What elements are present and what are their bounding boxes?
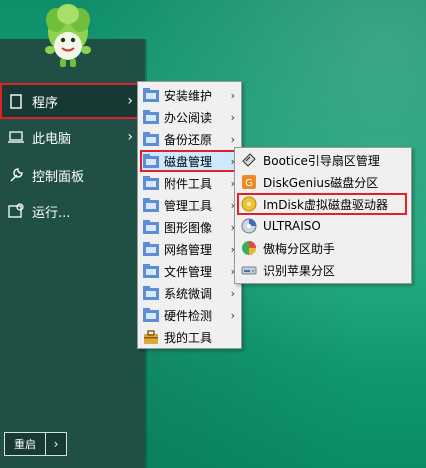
menu-item-label: 识别苹果分区 xyxy=(263,263,336,278)
folder-icon xyxy=(143,242,159,256)
submenu-item-label: 办公阅读 xyxy=(164,110,213,125)
menu-item-label: Bootice引导扇区管理 xyxy=(263,153,380,168)
folder-icon xyxy=(143,154,159,168)
sidebar-item-label: 程序 xyxy=(32,95,59,111)
folder-icon xyxy=(143,176,159,190)
wrench-icon xyxy=(8,167,24,183)
menu-item-ultraiso[interactable]: ULTRAISO xyxy=(237,215,407,237)
submenu-item-label: 文件管理 xyxy=(164,264,213,279)
folder-icon xyxy=(143,198,159,212)
chevron-right-icon: › xyxy=(230,132,235,146)
laptop-icon xyxy=(8,129,24,145)
chevron-right-icon: › xyxy=(230,286,235,300)
submenu-item-my-tools[interactable]: 我的工具 xyxy=(140,326,239,348)
submenu-item-admin-tools[interactable]: 管理工具 › xyxy=(140,194,239,216)
submenu-item-label: 网络管理 xyxy=(164,242,213,257)
ultraiso-icon xyxy=(241,218,257,234)
diskgenius-icon: G xyxy=(242,175,256,189)
menu-item-label: ImDisk虚拟磁盘驱动器 xyxy=(263,197,389,212)
run-icon xyxy=(8,203,24,219)
chevron-right-icon: › xyxy=(230,88,235,102)
menu-item-apple-partition[interactable]: 识别苹果分区 xyxy=(237,259,407,281)
menu-item-imdisk[interactable]: ImDisk虚拟磁盘驱动器 xyxy=(237,193,407,215)
submenu-item-disk-management[interactable]: 磁盘管理 › xyxy=(140,150,239,172)
sidebar-item-label: 此电脑 xyxy=(32,131,72,147)
submenu-item-label: 附件工具 xyxy=(164,176,213,191)
chevron-right-icon: › xyxy=(230,308,235,322)
sidebar-item-label: 运行... xyxy=(32,205,71,221)
menu-item-aomei-partition[interactable]: 傲梅分区助手 xyxy=(237,237,407,259)
bootice-icon xyxy=(242,153,256,167)
submenu-item-network[interactable]: 网络管理 › xyxy=(140,238,239,260)
submenu-item-label: 系统微调 xyxy=(164,286,213,301)
sidebar-item-this-pc[interactable]: 此电脑 › xyxy=(0,119,145,155)
submenu-item-accessories[interactable]: 附件工具 › xyxy=(140,172,239,194)
submenu-item-label: 磁盘管理 xyxy=(164,154,213,169)
document-icon xyxy=(8,93,24,109)
submenu-item-system-tweak[interactable]: 系统微调 › xyxy=(140,282,239,304)
folder-icon xyxy=(143,88,159,102)
submenu-item-label: 备份还原 xyxy=(164,132,213,147)
programs-submenu: 安装维护 › 办公阅读 › 备份还原 › 磁盘管理 › 附件工具 › 管理工具 … xyxy=(137,81,242,349)
folder-icon xyxy=(143,264,159,278)
disk-management-submenu: Bootice引导扇区管理 G DiskGenius磁盘分区 ImDisk虚拟磁… xyxy=(234,147,412,284)
folder-icon xyxy=(143,220,159,234)
sidebar-item-run[interactable]: 运行... xyxy=(0,193,145,229)
chevron-right-icon: › xyxy=(230,110,235,124)
power-options-button[interactable]: › xyxy=(46,432,67,456)
menu-item-label: ULTRAISO xyxy=(263,219,321,233)
sidebar-item-label: 控制面板 xyxy=(32,169,85,185)
partition-assistant-icon xyxy=(242,241,256,255)
submenu-item-label: 管理工具 xyxy=(164,198,213,213)
menu-item-label: 傲梅分区助手 xyxy=(263,241,336,256)
submenu-item-file-management[interactable]: 文件管理 › xyxy=(140,260,239,282)
submenu-item-label: 图形图像 xyxy=(164,220,213,235)
toolbox-icon xyxy=(144,330,158,344)
folder-icon xyxy=(143,132,159,146)
submenu-item-office-reading[interactable]: 办公阅读 › xyxy=(140,106,239,128)
start-menu-panel: 程序 › 此电脑 › 控制面板 运行... 重启 › xyxy=(0,4,145,468)
power-footer: 重启 › xyxy=(0,432,67,456)
submenu-item-graphics[interactable]: 图形图像 › xyxy=(140,216,239,238)
apple-partition-icon xyxy=(241,266,257,275)
sidebar-item-programs[interactable]: 程序 › xyxy=(0,83,145,119)
svg-text:G: G xyxy=(245,178,253,189)
imdisk-icon xyxy=(241,196,257,212)
menu-item-bootice[interactable]: Bootice引导扇区管理 xyxy=(237,149,407,171)
chevron-right-icon: › xyxy=(127,93,133,109)
submenu-item-backup-restore[interactable]: 备份还原 › xyxy=(140,128,239,150)
restart-button[interactable]: 重启 xyxy=(4,432,46,456)
folder-icon xyxy=(143,110,159,124)
submenu-item-install-maintain[interactable]: 安装维护 › xyxy=(140,84,239,106)
menu-item-diskgenius[interactable]: G DiskGenius磁盘分区 xyxy=(237,171,407,193)
submenu-item-label: 硬件检测 xyxy=(164,308,213,323)
submenu-item-hardware-test[interactable]: 硬件检测 › xyxy=(140,304,239,326)
folder-icon xyxy=(143,286,159,300)
chevron-right-icon: › xyxy=(127,129,133,145)
cabbage-logo-icon xyxy=(40,2,96,70)
menu-item-label: DiskGenius磁盘分区 xyxy=(263,175,379,190)
folder-icon xyxy=(143,308,159,322)
submenu-item-label: 安装维护 xyxy=(164,88,213,103)
submenu-item-label: 我的工具 xyxy=(164,330,213,345)
sidebar-item-control-panel[interactable]: 控制面板 xyxy=(0,157,145,193)
